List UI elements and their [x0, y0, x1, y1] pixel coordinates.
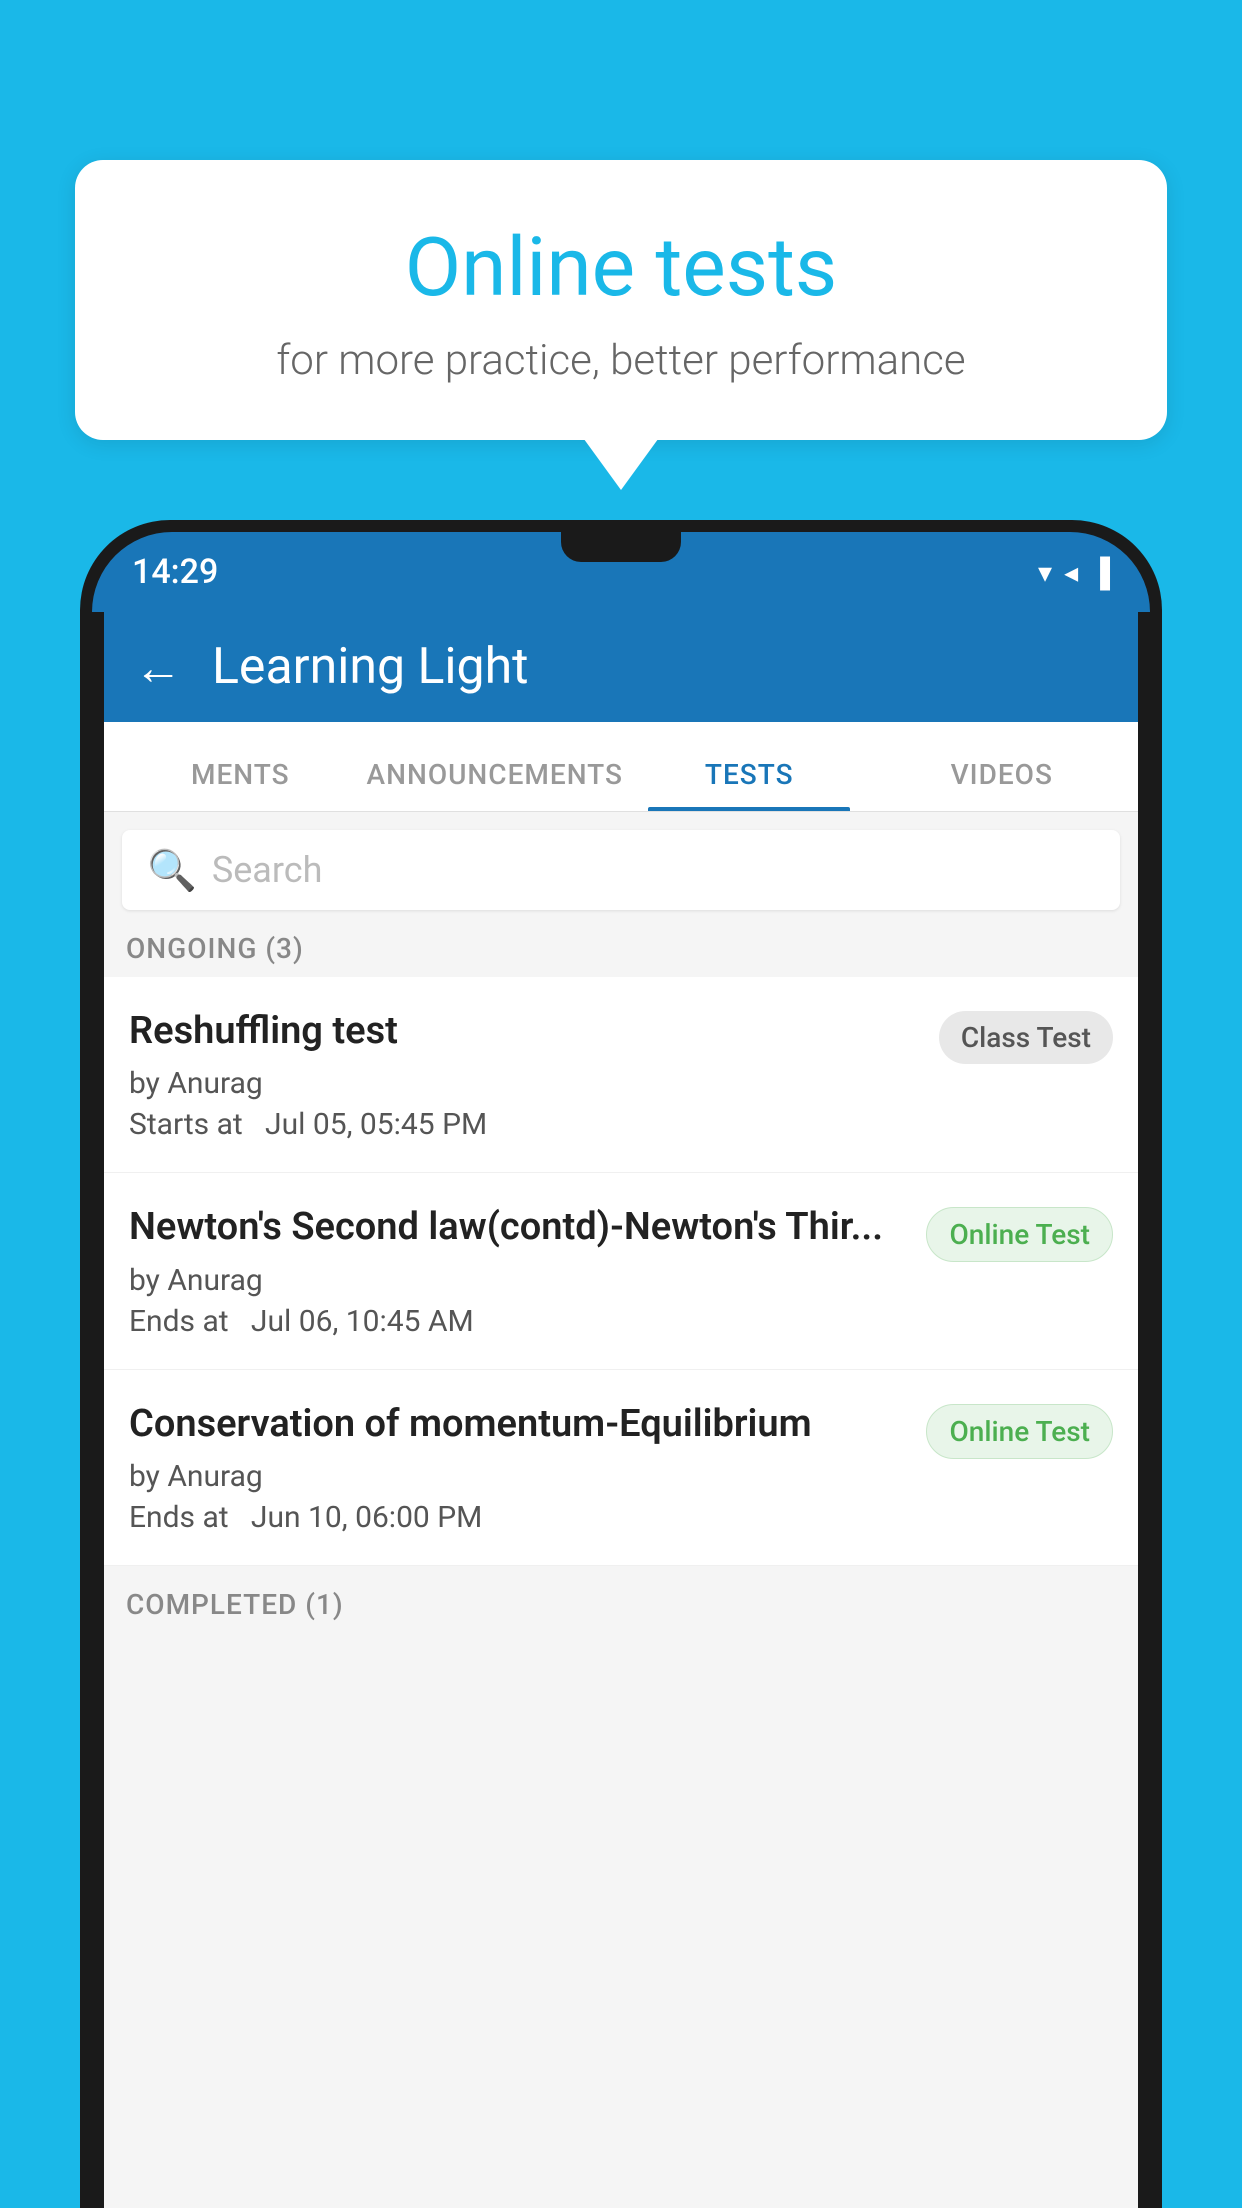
test-badge-2: Online Test — [926, 1207, 1113, 1262]
test-author-2: by Anurag — [129, 1263, 906, 1298]
app-title: Learning Light — [212, 638, 529, 696]
tab-ments[interactable]: MENTS — [114, 758, 367, 811]
test-time-1: Starts at Jul 05, 05:45 PM — [129, 1107, 919, 1142]
wifi-icon: ▾ — [1038, 556, 1052, 589]
back-button[interactable]: ← — [134, 639, 182, 696]
tab-videos[interactable]: VIDEOS — [875, 758, 1128, 811]
battery-icon: ▐ — [1090, 556, 1110, 589]
status-icons: ▾ ◂ ▐ — [1038, 556, 1110, 589]
test-info-3: Conservation of momentum-Equilibrium by … — [129, 1400, 926, 1535]
bubble-title: Online tests — [125, 220, 1117, 316]
notch — [561, 532, 681, 562]
speech-bubble: Online tests for more practice, better p… — [75, 160, 1167, 440]
tab-bar: MENTS ANNOUNCEMENTS TESTS VIDEOS — [104, 722, 1138, 812]
test-name-3: Conservation of momentum-Equilibrium — [129, 1400, 906, 1449]
test-info-1: Reshuffling test by Anurag Starts at Jul… — [129, 1007, 939, 1142]
test-badge-3: Online Test — [926, 1404, 1113, 1459]
test-badge-1: Class Test — [939, 1011, 1113, 1064]
search-placeholder: Search — [212, 849, 323, 891]
phone-screen: ← Learning Light MENTS ANNOUNCEMENTS TES… — [104, 612, 1138, 2208]
status-time: 14:29 — [132, 552, 218, 592]
tab-tests[interactable]: TESTS — [623, 758, 876, 811]
test-author-3: by Anurag — [129, 1459, 906, 1494]
test-author-1: by Anurag — [129, 1066, 919, 1101]
test-time-2: Ends at Jul 06, 10:45 AM — [129, 1304, 906, 1339]
test-item-3[interactable]: Conservation of momentum-Equilibrium by … — [104, 1370, 1138, 1566]
ongoing-section-header: ONGOING (3) — [104, 910, 1138, 977]
status-bar: 14:29 ▾ ◂ ▐ — [92, 532, 1150, 612]
signal-icon: ◂ — [1064, 556, 1078, 589]
app-bar: ← Learning Light — [104, 612, 1138, 722]
test-item-1[interactable]: Reshuffling test by Anurag Starts at Jul… — [104, 977, 1138, 1173]
test-name-1: Reshuffling test — [129, 1007, 919, 1056]
test-time-3: Ends at Jun 10, 06:00 PM — [129, 1500, 906, 1535]
tab-announcements[interactable]: ANNOUNCEMENTS — [367, 758, 623, 811]
search-bar[interactable]: 🔍 Search — [122, 830, 1120, 910]
test-list: Reshuffling test by Anurag Starts at Jul… — [104, 977, 1138, 1566]
test-info-2: Newton's Second law(contd)-Newton's Thir… — [129, 1203, 926, 1338]
test-name-2: Newton's Second law(contd)-Newton's Thir… — [129, 1203, 906, 1252]
bubble-subtitle: for more practice, better performance — [125, 336, 1117, 385]
test-item-2[interactable]: Newton's Second law(contd)-Newton's Thir… — [104, 1173, 1138, 1369]
search-icon: 🔍 — [147, 847, 197, 894]
phone-inner: 14:29 ▾ ◂ ▐ ← Learning Light MENTS ANNOU… — [92, 532, 1150, 2208]
completed-section-header: COMPLETED (1) — [104, 1566, 1138, 1633]
content-area: 🔍 Search ONGOING (3) Reshuffling test by… — [104, 812, 1138, 2208]
phone-frame: 14:29 ▾ ◂ ▐ ← Learning Light MENTS ANNOU… — [80, 520, 1162, 2208]
